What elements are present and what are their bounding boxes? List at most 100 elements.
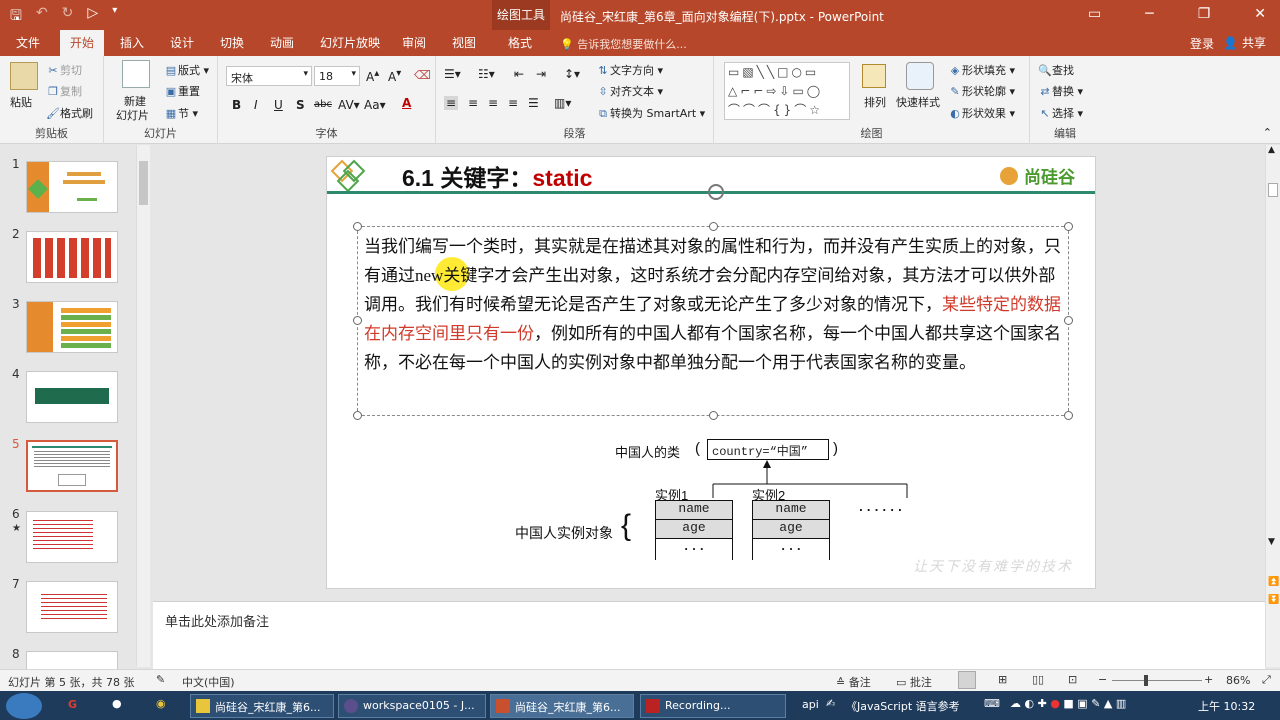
text-shadow-icon[interactable]: S: [296, 98, 305, 112]
notes-pane[interactable]: 单击此处添加备注: [153, 601, 1265, 669]
strikethrough-icon[interactable]: abc: [314, 99, 332, 110]
undo-icon[interactable]: ↶: [36, 5, 48, 29]
tab-transitions[interactable]: 切换: [220, 34, 244, 51]
normal-view-icon[interactable]: [958, 671, 976, 689]
comments-toggle[interactable]: ▭ 批注: [896, 674, 932, 690]
tab-file[interactable]: 文件: [16, 34, 40, 51]
arrange-button[interactable]: 排列: [864, 94, 886, 110]
tray-api-label[interactable]: api: [802, 698, 819, 711]
bold-icon[interactable]: B: [232, 98, 241, 112]
paste-button[interactable]: 粘贴: [10, 94, 32, 110]
paste-icon[interactable]: [10, 62, 38, 90]
slide-scroll-thumb[interactable]: [1268, 183, 1278, 197]
slideshow-view-icon[interactable]: ⊡: [1068, 673, 1077, 686]
font-name-combo[interactable]: 宋体 ▾: [226, 66, 312, 86]
resize-handle[interactable]: [1064, 222, 1073, 231]
tab-review[interactable]: 审阅: [402, 34, 426, 51]
login-link[interactable]: 登录: [1190, 35, 1214, 52]
bullets-icon[interactable]: ☰▾: [444, 67, 461, 81]
tab-format[interactable]: 格式: [508, 34, 532, 51]
underline-icon[interactable]: U: [274, 98, 283, 112]
thumbnail-scrollbar[interactable]: [136, 145, 150, 667]
spellcheck-icon[interactable]: ✎: [156, 673, 165, 686]
slide-body-text[interactable]: 当我们编写一个类时，其实就是在描述其对象的属性和行为，而并没有产生实质上的对象，…: [364, 232, 1064, 377]
resize-handle[interactable]: [709, 222, 718, 231]
new-slide-icon[interactable]: [122, 60, 150, 88]
resize-handle[interactable]: [709, 411, 718, 420]
start-presentation-icon[interactable]: ▷: [87, 5, 98, 29]
cut-button[interactable]: ✂ 剪切: [46, 62, 82, 78]
tab-slideshow[interactable]: 幻灯片放映: [320, 34, 380, 51]
replace-button[interactable]: ⇄ 替换 ▾: [1038, 83, 1083, 99]
rotate-handle-icon[interactable]: [708, 184, 724, 200]
slide-thumbnail[interactable]: [26, 231, 118, 283]
ribbon-display-options-icon[interactable]: ▭: [1088, 6, 1101, 22]
slide-thumbnail[interactable]: [26, 581, 118, 633]
numbering-icon[interactable]: ☷▾: [478, 67, 495, 81]
new-slide-button-line2[interactable]: 幻灯片: [116, 107, 149, 123]
align-center-icon[interactable]: ≡: [468, 96, 478, 110]
format-painter-button[interactable]: 🖌格式刷: [46, 105, 93, 121]
tab-view[interactable]: 视图: [452, 34, 476, 51]
language-indicator[interactable]: 中文(中国): [182, 674, 235, 690]
copy-button[interactable]: ❐ 复制: [46, 83, 82, 99]
maximize-icon[interactable]: ❐: [1198, 6, 1211, 22]
tab-insert[interactable]: 插入: [120, 34, 144, 51]
notes-toggle[interactable]: ≙ 备注: [836, 674, 871, 690]
layout-button[interactable]: ▤ 版式 ▾: [164, 62, 209, 78]
zoom-slider-thumb[interactable]: [1144, 675, 1148, 686]
tray-icons[interactable]: ☁ ◐ ✚ ● ■ ▣ ✎ ▲ ▥: [1010, 697, 1126, 710]
start-button-icon[interactable]: [6, 693, 42, 719]
smartart-button[interactable]: ⧉ 转换为 SmartArt ▾: [596, 105, 705, 121]
slide-thumbnail[interactable]: [26, 301, 118, 353]
slide-thumbnail[interactable]: [26, 651, 118, 670]
scroll-up-icon[interactable]: ▲: [1268, 145, 1275, 155]
character-spacing-icon[interactable]: AV▾: [338, 98, 360, 112]
tab-animations[interactable]: 动画: [270, 34, 294, 51]
save-icon[interactable]: 🖫: [10, 5, 22, 29]
slide-title[interactable]: 6.1 关键字：static: [402, 159, 592, 193]
distributed-icon[interactable]: ☰: [528, 96, 539, 110]
scroll-down-icon[interactable]: ▼: [1268, 537, 1275, 547]
tray-javascript-label[interactable]: 《JavaScript 语言参考: [846, 698, 960, 714]
slide-canvas[interactable]: 6.1 关键字：static 尚硅谷 当我们编写一个类时，其实就是在描述其对象的…: [326, 156, 1096, 589]
quick-styles-icon[interactable]: [906, 62, 934, 90]
line-spacing-icon[interactable]: ↕▾: [564, 67, 580, 81]
zoom-in-icon[interactable]: +: [1204, 673, 1213, 686]
resize-handle[interactable]: [1064, 411, 1073, 420]
slide-thumbnail[interactable]: [26, 511, 118, 563]
app-g-icon[interactable]: G: [68, 698, 77, 711]
slide-thumbnail[interactable]: [26, 161, 118, 213]
minimize-icon[interactable]: ─: [1145, 6, 1153, 22]
grow-font-icon[interactable]: A▴: [366, 68, 379, 84]
align-left-icon[interactable]: ≡: [444, 96, 459, 110]
app-colorball-icon[interactable]: ●: [112, 697, 122, 710]
select-button[interactable]: ↖ 选择 ▾: [1038, 105, 1083, 121]
increase-indent-icon[interactable]: ⇥: [536, 67, 546, 81]
tab-design[interactable]: 设计: [170, 34, 194, 51]
slide-scrollbar[interactable]: ▲ ▼ ⏫ ⏬: [1265, 145, 1280, 667]
justify-icon[interactable]: ≡: [508, 96, 518, 110]
tray-keyboard-icon[interactable]: ⌨: [984, 697, 1000, 710]
shape-effects-button[interactable]: ◐ 形状效果 ▾: [948, 105, 1015, 121]
arrange-icon[interactable]: [862, 64, 886, 88]
next-slide-icon[interactable]: ⏬: [1268, 595, 1279, 605]
resize-handle[interactable]: [1064, 316, 1073, 325]
clear-formatting-icon[interactable]: ⌫: [414, 68, 431, 82]
taskbar-item-recording[interactable]: Recording...: [640, 694, 786, 718]
shape-outline-button[interactable]: ✎ 形状轮廓 ▾: [948, 83, 1015, 99]
shape-fill-button[interactable]: ◈ 形状填充 ▾: [948, 62, 1015, 78]
font-size-combo[interactable]: 18 ▾: [314, 66, 360, 86]
taskbar-item-file[interactable]: 尚硅谷_宋红康_第6...: [190, 694, 334, 718]
share-button[interactable]: 👤 共享: [1217, 33, 1272, 52]
shrink-font-icon[interactable]: A▾: [388, 68, 401, 84]
tab-home[interactable]: 开始: [60, 30, 105, 56]
slide-thumbnail-selected[interactable]: [26, 440, 118, 492]
zoom-slider[interactable]: [1112, 680, 1202, 681]
columns-icon[interactable]: ▥▾: [554, 96, 571, 110]
decrease-indent-icon[interactable]: ⇤: [514, 67, 524, 81]
resize-handle[interactable]: [353, 411, 362, 420]
tell-me-input[interactable]: 💡 告诉我您想要做什么...: [560, 36, 687, 52]
quick-styles-button[interactable]: 快速样式: [896, 94, 940, 110]
italic-icon[interactable]: I: [254, 98, 258, 112]
